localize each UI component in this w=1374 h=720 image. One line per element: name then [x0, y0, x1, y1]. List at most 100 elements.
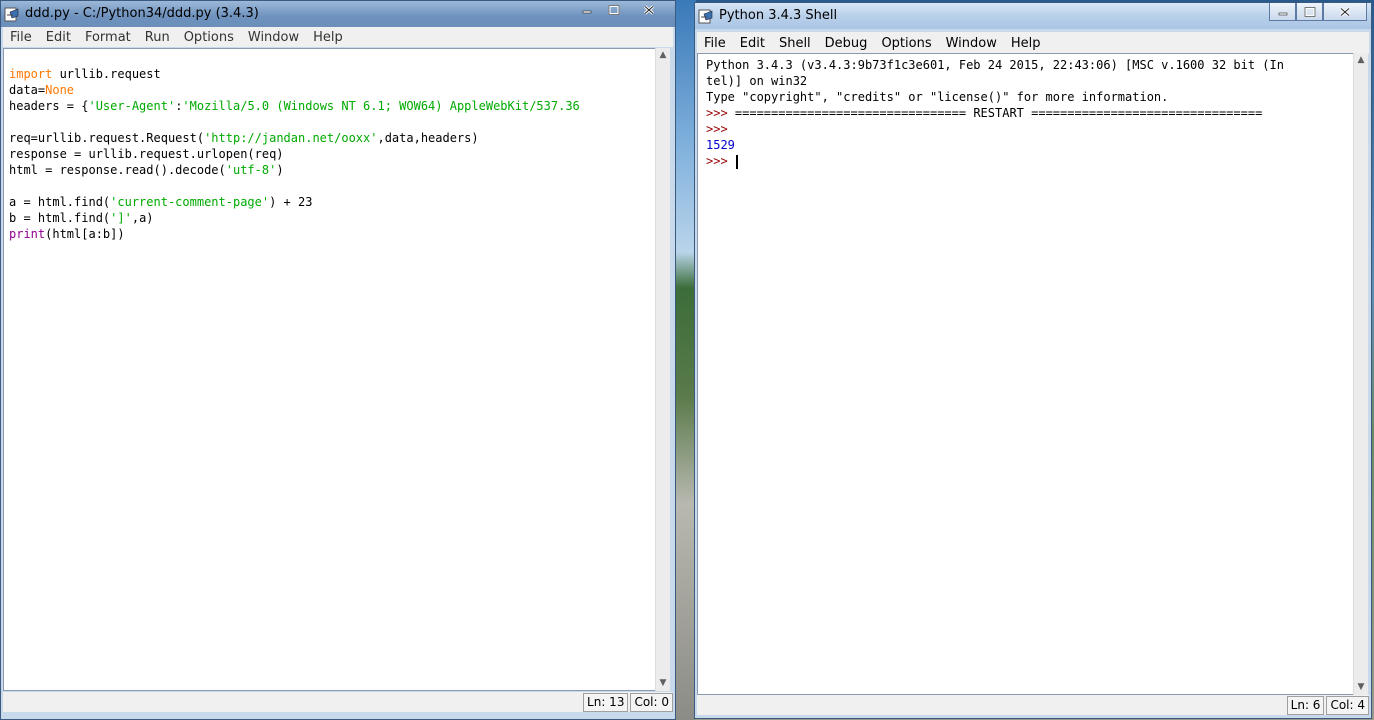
shell-menu-debug[interactable]: Debug — [818, 36, 875, 51]
editor-menubar: File Edit Format Run Options Window Help — [3, 27, 673, 47]
shell-menu-help[interactable]: Help — [1004, 36, 1048, 51]
shell-line: Python 3.4.3 (v3.4.3:9b73f1c3e601, Feb 2… — [706, 57, 1354, 73]
shell-vertical-scrollbar[interactable]: ▲ ▼ — [1353, 53, 1368, 695]
shell-window: Python 3.4.3 Shell File Edit Shell Debug Opt… — [694, 2, 1372, 719]
code-token: (html[a:b]) — [45, 227, 125, 241]
code-token: ================================ RESTART… — [734, 106, 1263, 120]
shell-line: >>> ================================ RES… — [706, 105, 1354, 121]
shell-minimize-button[interactable] — [1269, 3, 1296, 21]
shell-line: 1529 — [706, 137, 1354, 153]
shell-col-status: Col: 4 — [1326, 695, 1369, 715]
code-token: 'current-comment-page' — [110, 195, 270, 209]
code-line: data=None — [9, 82, 656, 98]
editor-menu-options[interactable]: Options — [177, 30, 241, 45]
code-token: None — [45, 83, 75, 97]
code-line: req=urllib.request.Request('http://janda… — [9, 130, 656, 146]
shell-output[interactable]: Python 3.4.3 (v3.4.3:9b73f1c3e601, Feb 2… — [697, 53, 1355, 695]
editor-menu-edit[interactable]: Edit — [39, 30, 78, 45]
code-token: html = response.read().decode( — [9, 163, 226, 177]
shell-menu-edit[interactable]: Edit — [733, 36, 772, 51]
editor-col-status: Col: 0 — [630, 692, 673, 712]
close-icon — [644, 5, 654, 15]
code-token: >>> — [706, 122, 735, 136]
code-token: 'User-Agent' — [88, 99, 176, 113]
shell-line: tel)] on win32 — [706, 73, 1354, 89]
close-icon — [1340, 6, 1350, 17]
code-token: print — [9, 227, 46, 241]
code-token: data= — [9, 83, 46, 97]
code-token: 'utf-8' — [225, 163, 277, 177]
code-token: ,data,headers) — [377, 131, 479, 145]
code-token: >>> — [706, 106, 735, 120]
code-token: 1529 — [706, 138, 735, 152]
minimize-icon — [1278, 12, 1287, 15]
maximize-icon — [608, 5, 619, 15]
shell-line-status: Ln: 6 — [1286, 695, 1325, 715]
code-token: ,a) — [131, 211, 154, 225]
editor-menu-file[interactable]: File — [3, 30, 39, 45]
desktop-background — [674, 0, 696, 720]
editor-close-button[interactable] — [627, 1, 671, 19]
code-token: ) + 23 — [269, 195, 313, 209]
code-editor[interactable]: import urllib.request data=None headers = … — [3, 48, 657, 691]
code-token: 'Mozilla/5.0 (Windows NT 6.1; WOW64) App… — [182, 99, 580, 113]
shell-maximize-button[interactable] — [1296, 3, 1323, 21]
shell-menu-options[interactable]: Options — [874, 36, 938, 51]
shell-caption-buttons — [1269, 3, 1367, 23]
python-idle-icon — [4, 7, 19, 22]
code-token: ']' — [110, 211, 132, 225]
code-line: print(html[a:b]) — [9, 226, 656, 242]
editor-minimize-button[interactable] — [573, 1, 600, 19]
shell-menu-file[interactable]: File — [697, 36, 733, 51]
editor-vertical-scrollbar[interactable]: ▲ ▼ — [655, 48, 670, 691]
shell-menubar: File Edit Shell Debug Options Window Help — [697, 32, 1369, 54]
code-token: Type "copyright", "credits" or "license(… — [706, 90, 1169, 104]
code-line: a = html.find('current-comment-page') + … — [9, 194, 656, 210]
code-token: ) — [276, 163, 284, 177]
shell-menu-shell[interactable]: Shell — [772, 36, 818, 51]
shell-line: Type "copyright", "credits" or "license(… — [706, 89, 1354, 105]
shell-line: >>> — [706, 153, 1354, 169]
shell-titlebar[interactable]: Python 3.4.3 Shell — [695, 3, 1371, 29]
scroll-up-arrow-icon[interactable]: ▲ — [656, 48, 670, 63]
code-token: req=urllib.request.Request( — [9, 131, 205, 145]
editor-window: ddd.py - C:/Python34/ddd.py (3.4.3) File… — [0, 0, 676, 720]
code-line: response = urllib.request.urlopen(req) — [9, 146, 656, 162]
code-token: headers = { — [9, 99, 89, 113]
code-token: response = urllib.request.urlopen(req) — [9, 147, 284, 161]
scroll-down-arrow-icon[interactable]: ▼ — [1354, 680, 1368, 695]
editor-menu-format[interactable]: Format — [78, 30, 138, 45]
scroll-up-arrow-icon[interactable]: ▲ — [1354, 53, 1368, 68]
python-idle-icon — [698, 9, 713, 24]
editor-menu-run[interactable]: Run — [138, 30, 177, 45]
code-line: headers = {'User-Agent':'Mozilla/5.0 (Wi… — [9, 98, 656, 114]
minimize-icon — [582, 10, 591, 14]
code-token: b = html.find( — [9, 211, 111, 225]
code-token: tel)] on win32 — [706, 74, 808, 88]
text-cursor — [735, 154, 738, 169]
code-token: 'http://jandan.net/ooxx' — [204, 131, 378, 145]
editor-line-status: Ln: 13 — [583, 692, 629, 712]
code-line: b = html.find(']',a) — [9, 210, 656, 226]
maximize-icon — [1304, 6, 1315, 17]
scroll-down-arrow-icon[interactable]: ▼ — [656, 676, 670, 691]
editor-menu-help[interactable]: Help — [306, 30, 350, 45]
code-token: a = html.find( — [9, 195, 111, 209]
code-line: html = response.read().decode('utf-8') — [9, 162, 656, 178]
shell-window-title: Python 3.4.3 Shell — [719, 8, 838, 23]
editor-menu-window[interactable]: Window — [241, 30, 306, 45]
shell-line: >>> — [706, 121, 1354, 137]
shell-menu-window[interactable]: Window — [939, 36, 1004, 51]
editor-maximize-button[interactable] — [600, 1, 627, 19]
code-token: import — [9, 67, 53, 81]
editor-statusbar: Ln: 13 Col: 0 — [3, 692, 673, 712]
code-line: import urllib.request — [9, 66, 656, 82]
code-token: >>> — [706, 154, 735, 168]
code-token: Python 3.4.3 (v3.4.3:9b73f1c3e601, Feb 2… — [706, 58, 1284, 72]
editor-titlebar[interactable]: ddd.py - C:/Python34/ddd.py (3.4.3) — [1, 1, 675, 27]
shell-close-button[interactable] — [1323, 3, 1367, 21]
shell-statusbar: Ln: 6 Col: 4 — [697, 695, 1369, 715]
code-token: urllib.request — [52, 67, 161, 81]
